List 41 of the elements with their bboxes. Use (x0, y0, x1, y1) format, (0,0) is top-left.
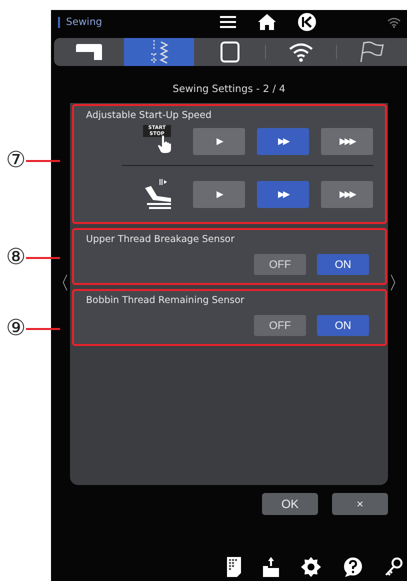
stitch-icon (149, 40, 170, 64)
help-icon[interactable] (343, 557, 363, 577)
callout-number: ⑧ (6, 246, 26, 270)
hoop-icon (220, 41, 240, 63)
menu-icon[interactable] (220, 15, 236, 29)
toggle-button[interactable]: ON (317, 315, 369, 336)
toggle-button[interactable]: OFF (254, 254, 306, 275)
app-title: Sewing (58, 16, 186, 28)
leader-line (26, 160, 60, 162)
next-page-arrow[interactable]: 〉 (388, 271, 407, 295)
document-icon[interactable] (227, 557, 241, 577)
sewing-machine-icon (76, 44, 102, 60)
flag-icon (360, 41, 384, 63)
close-button[interactable]: × (332, 493, 388, 515)
page-title: Sewing Settings - 2 / 4 (172, 84, 286, 95)
ok-button[interactable]: OK (262, 493, 318, 515)
back-circle-icon[interactable] (298, 13, 316, 31)
speed-button[interactable]: ▶▶ (257, 180, 309, 208)
speed-button[interactable]: ▶▶▶ (321, 180, 373, 208)
toggle-button[interactable]: ON (317, 254, 369, 275)
foot-pedal-icon (143, 178, 173, 210)
toggle-button[interactable]: OFF (254, 315, 306, 336)
home-icon[interactable] (258, 14, 276, 30)
setting-title: Bobbin Thread Remaining Sensor (86, 295, 246, 306)
wifi-icon (288, 42, 314, 62)
speed-button[interactable]: ▶▶ (257, 128, 309, 154)
setting-title: Upper Thread Breakage Sensor (86, 234, 236, 245)
key-icon[interactable] (385, 557, 403, 577)
setting-title: Adjustable Start-Up Speed (86, 110, 212, 121)
speed-button[interactable]: ▶ (193, 180, 245, 208)
wifi-icon (387, 16, 401, 28)
settings-icon[interactable] (301, 557, 321, 577)
previous-page-arrow[interactable]: 〈 (51, 271, 70, 295)
leader-line (26, 257, 60, 259)
callout-number: ⑦ (6, 149, 26, 173)
speed-button[interactable]: ▶ (193, 128, 245, 154)
speed-button[interactable]: ▶▶▶ (321, 128, 373, 154)
leader-line (26, 328, 60, 330)
upload-icon[interactable] (263, 557, 279, 577)
tab[interactable] (124, 38, 194, 66)
callout-number: ⑨ (6, 317, 26, 341)
